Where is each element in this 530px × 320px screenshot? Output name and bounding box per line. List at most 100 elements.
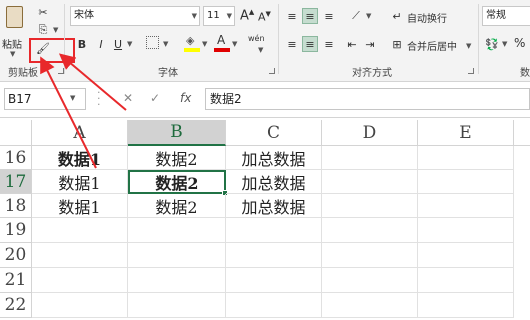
cell-b21[interactable]: [128, 268, 226, 293]
divider: [478, 4, 479, 74]
row-header-17[interactable]: 17: [0, 170, 32, 194]
font-launcher-icon[interactable]: [269, 68, 275, 74]
select-all-corner[interactable]: [0, 120, 32, 146]
cell-a17[interactable]: 数据1: [32, 170, 128, 194]
merge-center-button[interactable]: 合并后居中: [407, 38, 457, 53]
currency-dropdown-icon[interactable]: ▼: [502, 40, 507, 48]
align-right-icon[interactable]: ≡: [321, 36, 337, 52]
cell-a20[interactable]: [32, 243, 128, 268]
copy-icon[interactable]: ⎘: [35, 22, 51, 38]
number-format-select[interactable]: 常规: [482, 6, 530, 26]
cell-e22[interactable]: [418, 293, 514, 318]
cell-e18[interactable]: [418, 194, 514, 218]
more-icon[interactable]: · · ·: [97, 87, 101, 110]
enter-icon[interactable]: ✓: [150, 91, 160, 105]
cell-d22[interactable]: [322, 293, 418, 318]
cell-a16[interactable]: 数据1: [32, 146, 128, 170]
cell-a19[interactable]: [32, 218, 128, 243]
cell-b16[interactable]: 数据2: [128, 146, 226, 170]
cut-icon[interactable]: ✂: [35, 4, 51, 20]
column-header-f[interactable]: [514, 120, 530, 146]
border-icon[interactable]: [146, 36, 159, 49]
copy-dropdown-icon[interactable]: ▼: [53, 26, 58, 34]
cell-c22[interactable]: [226, 293, 322, 318]
cancel-icon[interactable]: ✕: [123, 91, 133, 105]
align-top-icon[interactable]: ≡: [284, 8, 300, 24]
font-size-select[interactable]: 11 ▼: [203, 6, 235, 26]
bold-button[interactable]: B: [74, 36, 90, 52]
font-color-icon[interactable]: A: [214, 33, 230, 52]
cell-a18[interactable]: 数据1: [32, 194, 128, 218]
cell-c21[interactable]: [226, 268, 322, 293]
fill-color-dropdown-icon[interactable]: ▼: [202, 40, 207, 48]
wrap-text-icon[interactable]: ↵: [389, 8, 405, 24]
decrease-indent-icon[interactable]: ⇤: [344, 36, 360, 52]
merge-dropdown-icon[interactable]: ▼: [466, 42, 471, 50]
cell-b20[interactable]: [128, 243, 226, 268]
fill-color-icon[interactable]: ◈: [184, 34, 200, 52]
column-header-e[interactable]: E: [418, 120, 514, 146]
cell-c17[interactable]: 加总数据: [226, 170, 322, 194]
column-header-c[interactable]: C: [226, 120, 322, 146]
cell-e16[interactable]: [418, 146, 514, 170]
cell-d18[interactable]: [322, 194, 418, 218]
cell-e19[interactable]: [418, 218, 514, 243]
cell-e17[interactable]: [418, 170, 514, 194]
column-header-b[interactable]: B: [128, 120, 226, 146]
alignment-launcher-icon[interactable]: [468, 68, 474, 74]
align-left-icon[interactable]: ≡: [284, 36, 300, 52]
divider: [64, 4, 65, 74]
cell-b18[interactable]: 数据2: [128, 194, 226, 218]
row-header-22[interactable]: 22: [0, 293, 32, 318]
merge-center-icon[interactable]: ⊞: [389, 36, 405, 52]
phonetic-dropdown-icon[interactable]: ▼: [258, 46, 263, 54]
cell-d17[interactable]: [322, 170, 418, 194]
orientation-dropdown-icon[interactable]: ▼: [366, 12, 371, 20]
cell-a22[interactable]: [32, 293, 128, 318]
formula-input[interactable]: 数据2: [205, 88, 530, 110]
column-header-a[interactable]: A: [32, 120, 128, 146]
cell-a21[interactable]: [32, 268, 128, 293]
shrink-font-icon[interactable]: A▼: [258, 10, 271, 24]
align-bottom-icon[interactable]: ≡: [321, 8, 337, 24]
cell-e20[interactable]: [418, 243, 514, 268]
cell-b22[interactable]: [128, 293, 226, 318]
name-box-dropdown-icon[interactable]: ▼: [70, 94, 75, 102]
cell-c16[interactable]: 加总数据: [226, 146, 322, 170]
grow-font-icon[interactable]: A▲: [240, 8, 254, 23]
font-name-select[interactable]: 宋体 ▼: [70, 6, 200, 26]
cell-c19[interactable]: [226, 218, 322, 243]
cell-d20[interactable]: [322, 243, 418, 268]
italic-button[interactable]: I: [93, 36, 109, 52]
cell-d16[interactable]: [322, 146, 418, 170]
cell-e21[interactable]: [418, 268, 514, 293]
cell-d21[interactable]: [322, 268, 418, 293]
border-dropdown-icon[interactable]: ▼: [163, 40, 168, 48]
wrap-text-button[interactable]: 自动换行: [407, 10, 447, 25]
font-group-label: 字体: [158, 68, 178, 79]
insert-function-icon[interactable]: fx: [180, 91, 191, 105]
underline-button[interactable]: U: [110, 36, 126, 52]
cell-b17-active[interactable]: 数据2: [128, 170, 226, 194]
font-color-dropdown-icon[interactable]: ▼: [232, 40, 237, 48]
column-header-d[interactable]: D: [322, 120, 418, 146]
phonetic-icon[interactable]: wén: [248, 34, 265, 43]
cell-c18[interactable]: 加总数据: [226, 194, 322, 218]
align-middle-icon[interactable]: ≡: [302, 8, 318, 24]
increase-indent-icon[interactable]: ⇥: [362, 36, 378, 52]
percent-button[interactable]: %: [514, 36, 525, 50]
cell-c20[interactable]: [226, 243, 322, 268]
row-header-16[interactable]: 16: [0, 146, 32, 170]
align-center-icon[interactable]: ≡: [302, 36, 318, 52]
clipboard-group-label: 剪贴板: [8, 68, 38, 79]
underline-dropdown-icon[interactable]: ▼: [127, 40, 132, 48]
row-header-20[interactable]: 20: [0, 243, 32, 268]
paste-button[interactable]: 粘贴 ▼: [2, 4, 26, 62]
cell-d19[interactable]: [322, 218, 418, 243]
row-header-18[interactable]: 18: [0, 194, 32, 218]
row-header-21[interactable]: 21: [0, 268, 32, 293]
currency-icon[interactable]: 💱: [484, 36, 500, 52]
row-header-19[interactable]: 19: [0, 218, 32, 243]
orientation-icon[interactable]: ⟋: [348, 8, 364, 24]
cell-b19[interactable]: [128, 218, 226, 243]
